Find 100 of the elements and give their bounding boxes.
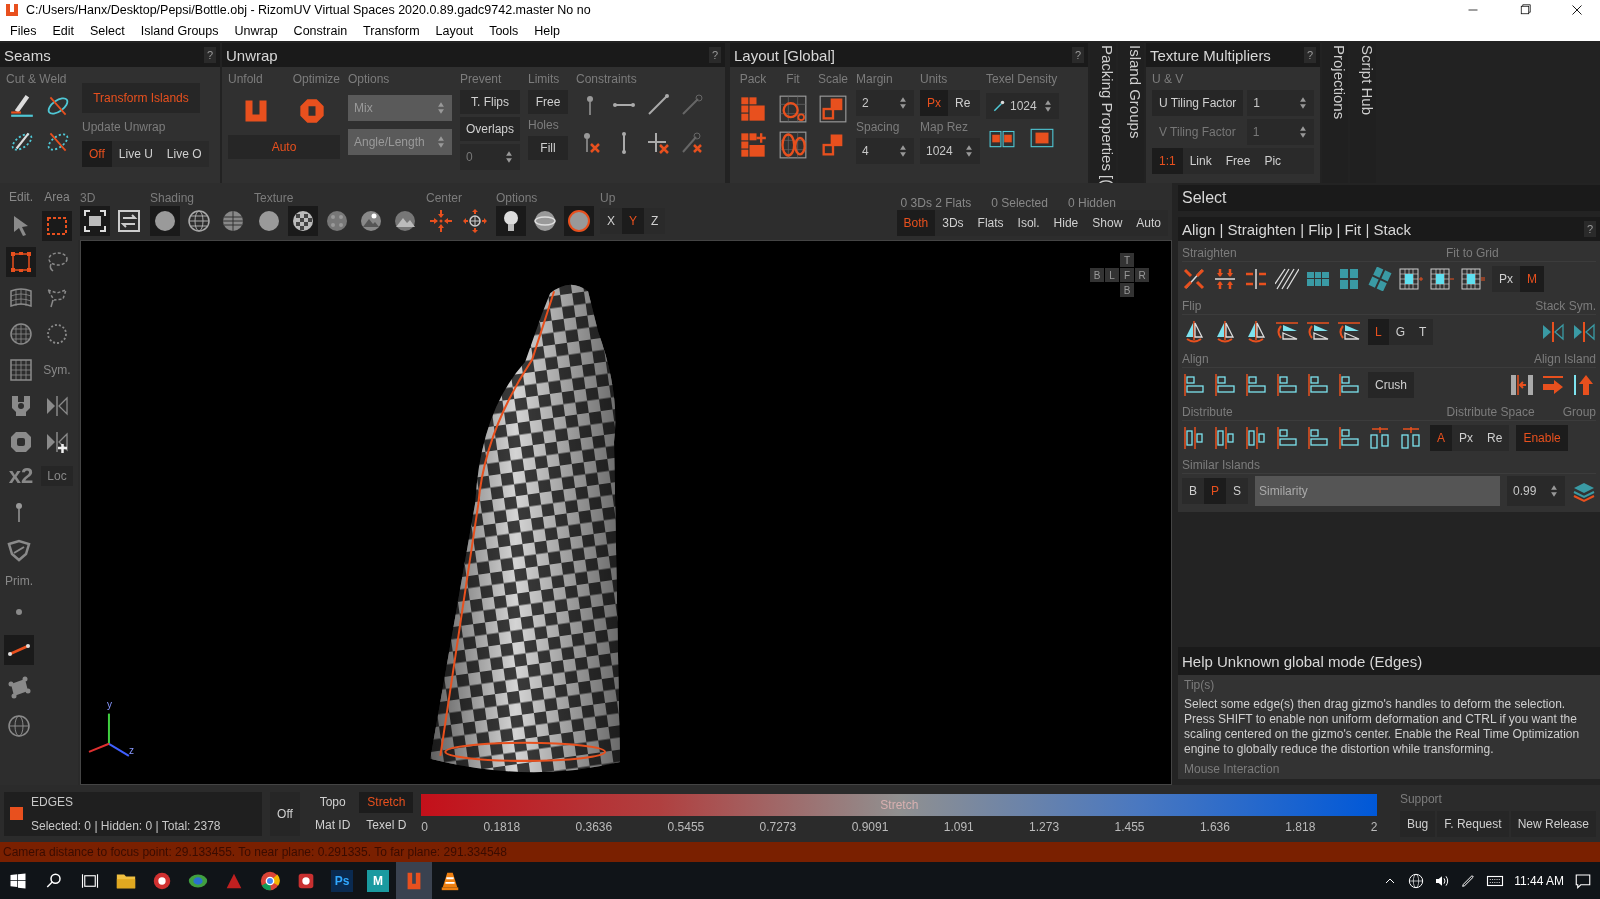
display-mode-button[interactable]: Mat ID — [308, 814, 358, 836]
number-field[interactable]: 2 — [856, 90, 914, 116]
octagon-icon[interactable] — [298, 97, 326, 125]
toggle-button[interactable]: Live U — [111, 141, 160, 167]
distribute-bars-icon[interactable] — [1182, 426, 1206, 450]
grid-plus-icon[interactable] — [1399, 267, 1423, 291]
toggle-button[interactable]: Both — [896, 210, 936, 236]
align-bars-icon[interactable] — [1275, 373, 1299, 397]
toggle-button[interactable]: Free — [1218, 148, 1258, 174]
view-cube-face[interactable]: F — [1120, 268, 1134, 282]
spacing-bars-icon[interactable] — [1368, 426, 1392, 450]
toggle-button[interactable]: Re — [1480, 425, 1510, 451]
toggle-button[interactable]: Re — [948, 90, 978, 116]
support-button[interactable]: Bug — [1399, 810, 1436, 837]
help-button[interactable]: ? — [1303, 47, 1316, 63]
number-field[interactable]: 4 — [856, 138, 914, 164]
number-field[interactable]: 1024 — [920, 138, 980, 164]
toggle-button[interactable]: Show — [1085, 210, 1130, 236]
help-button[interactable]: ? — [1071, 47, 1084, 63]
right-arrow-icon[interactable] — [1541, 373, 1565, 397]
toggle-button[interactable]: B — [1182, 478, 1204, 504]
mirror-triangles-icon[interactable] — [1541, 320, 1565, 344]
toggle-button[interactable]: P — [1204, 478, 1227, 504]
support-button[interactable]: New Release — [1510, 810, 1596, 837]
toggle-button[interactable]: Link — [1182, 148, 1219, 174]
taskbar-app[interactable]: Ps — [324, 862, 360, 899]
toggle-button[interactable]: 3Ds — [935, 210, 971, 236]
auto-button[interactable]: Auto — [228, 135, 340, 159]
align-bars-icon[interactable] — [1182, 373, 1206, 397]
3d-viewport[interactable]: T B L F R B y z — [80, 240, 1172, 785]
tilted-tiles-icon[interactable] — [1368, 267, 1392, 291]
grid-equal-icon[interactable] — [1461, 267, 1485, 291]
crush-button[interactable]: Crush — [1368, 372, 1414, 398]
pen-icon[interactable] — [9, 93, 35, 119]
toggle-button[interactable]: Px — [1452, 425, 1481, 451]
off-button[interactable]: Off — [270, 791, 300, 836]
menu-item[interactable]: Island Groups — [132, 23, 227, 38]
toggle-button[interactable]: Y — [622, 208, 645, 234]
pen-icon[interactable] — [1460, 872, 1477, 889]
toggle-button[interactable]: Isol. — [1010, 210, 1047, 236]
mirror-triangles-icon[interactable] — [1572, 320, 1596, 344]
start-icon[interactable] — [9, 871, 27, 890]
align-bars-icon[interactable] — [1213, 373, 1237, 397]
blocks-move-icon[interactable] — [739, 131, 767, 159]
toggle-button[interactable]: Auto — [1129, 210, 1168, 236]
align-bars-icon[interactable] — [1306, 426, 1330, 450]
view-cube-face[interactable]: R — [1135, 268, 1149, 282]
ellipse-in-grid-icon[interactable] — [779, 131, 807, 159]
toggle-button[interactable]: S — [1226, 478, 1249, 504]
dashed-rect-icon[interactable] — [42, 211, 72, 241]
holes-button[interactable]: Fill — [528, 136, 568, 160]
toggle-button[interactable]: Z — [644, 208, 666, 234]
distribute-bars-icon[interactable] — [1244, 426, 1268, 450]
prevent-button[interactable]: Overlaps — [460, 117, 520, 141]
display-mode-button[interactable]: Texel D — [359, 814, 414, 836]
help-button[interactable]: ? — [203, 47, 216, 63]
toggle-button[interactable]: 1:1 — [1152, 148, 1183, 174]
bottle-model-drawing[interactable] — [430, 284, 620, 773]
search-icon[interactable] — [45, 871, 63, 890]
cross-delete-icon[interactable] — [646, 131, 670, 155]
gap-arrow-icon[interactable] — [1510, 373, 1534, 397]
menu-item[interactable]: Unwrap — [226, 23, 286, 38]
view-cube-face[interactable]: T — [1120, 253, 1134, 267]
scale-squares-icon[interactable] — [819, 95, 847, 123]
texel-density-field[interactable]: 1024 — [986, 93, 1059, 119]
align-bars-icon[interactable] — [1244, 373, 1268, 397]
menu-item[interactable]: Constrain — [285, 23, 356, 38]
toggle-button[interactable]: G — [1388, 319, 1413, 345]
circle-in-grid-icon[interactable] — [779, 95, 807, 123]
toggle-button[interactable]: T — [1412, 319, 1434, 345]
align-bars-icon[interactable] — [1306, 373, 1330, 397]
number-field[interactable]: 1 — [1247, 90, 1314, 116]
vertical-arrows-icon[interactable] — [1213, 267, 1237, 291]
display-mode-button[interactable]: Topo — [308, 791, 358, 813]
view-cube-face[interactable]: B — [1120, 283, 1134, 297]
number-field[interactable]: 0.99 — [1507, 476, 1565, 506]
rect-select-icon[interactable] — [6, 247, 36, 277]
globe-icon[interactable] — [1408, 872, 1425, 889]
menu-item[interactable]: Files — [2, 23, 45, 38]
menu-item[interactable]: Help — [526, 23, 569, 38]
bulb-icon[interactable] — [496, 206, 526, 236]
segment-delete-icon[interactable] — [680, 131, 704, 155]
edge-icon[interactable] — [4, 635, 34, 665]
notification-icon[interactable] — [1574, 871, 1592, 890]
loc-button[interactable]: Loc — [41, 466, 73, 486]
diagonal-lines-icon[interactable] — [1275, 267, 1299, 291]
tiles-icon[interactable] — [1337, 267, 1361, 291]
toggle-button[interactable]: X — [600, 208, 622, 234]
toggle-button[interactable]: Off — [82, 141, 112, 167]
menu-item[interactable]: Transform — [355, 23, 428, 38]
view-cube-face[interactable]: L — [1105, 268, 1119, 282]
view-cube-face[interactable]: B — [1090, 268, 1104, 282]
toggle-button[interactable]: Px — [920, 90, 948, 116]
menu-item[interactable]: Layout — [427, 23, 482, 38]
display-mode-button[interactable]: Stretch — [359, 791, 414, 813]
toggle-button[interactable]: A — [1430, 425, 1452, 451]
help-button[interactable]: ? — [1583, 221, 1596, 237]
toggle-button[interactable]: M — [1520, 266, 1544, 292]
task-view-icon[interactable] — [81, 871, 99, 890]
distribute-bars-icon[interactable] — [1213, 426, 1237, 450]
